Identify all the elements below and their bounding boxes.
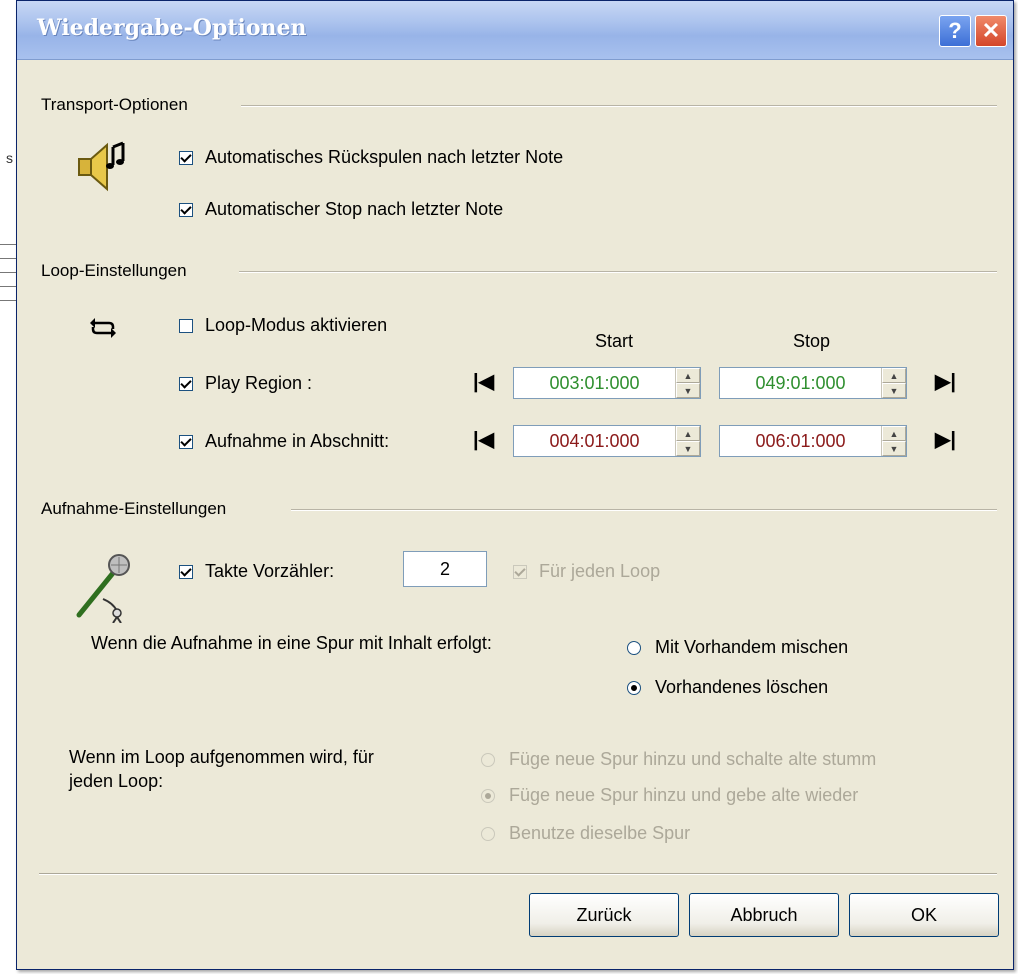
background-line <box>0 272 16 273</box>
spin-down-icon[interactable]: ▼ <box>676 383 700 398</box>
radio-label: Benutze dieselbe Spur <box>509 823 691 843</box>
count-in-checkbox[interactable]: Takte Vorzähler: <box>179 561 334 582</box>
group-divider <box>239 271 997 273</box>
spinner-value[interactable]: 004:01:000 <box>514 426 675 456</box>
record-section-stop-spinner[interactable]: 006:01:000 ▲ ▼ <box>719 425 907 457</box>
radio-circle <box>481 788 495 803</box>
radio-label: Mit Vorhandem mischen <box>655 637 849 657</box>
dialog-title: Wiedergabe-Optionen <box>37 15 307 41</box>
record-section-checkbox[interactable]: Aufnahme in Abschnitt: <box>179 431 389 452</box>
back-button[interactable]: Zurück <box>529 893 679 937</box>
radio-circle[interactable] <box>627 680 641 695</box>
group-divider <box>291 509 997 511</box>
play-region-checkbox[interactable]: Play Region : <box>179 373 312 394</box>
radio-label: Füge neue Spur hinzu und gebe alte wiede… <box>509 785 859 805</box>
spin-buttons[interactable]: ▲ ▼ <box>675 368 700 398</box>
background-line <box>0 300 16 301</box>
start-column-header: Start <box>595 331 634 351</box>
loop-arrows-icon <box>90 318 116 338</box>
each-loop-checkbox: Für jeden Loop <box>513 561 660 582</box>
radio-new-track-mute-old: Füge neue Spur hinzu und schalte alte st… <box>481 749 876 770</box>
background-line <box>0 258 16 259</box>
count-in-label: Takte Vorzähler: <box>205 561 335 581</box>
spin-up-icon[interactable]: ▲ <box>882 368 906 383</box>
when-content-label: Wenn die Aufnahme in eine Spur mit Inhal… <box>91 633 492 653</box>
background-line <box>0 286 16 287</box>
loop-mode-checkbox[interactable]: Loop-Modus aktivieren <box>179 315 387 336</box>
checkbox-box[interactable] <box>179 318 193 333</box>
when-loop-label: Wenn im Loop aufgenommen wird, für <box>69 747 374 767</box>
go-to-end-icon[interactable]: ▶| <box>935 427 956 452</box>
spin-up-icon[interactable]: ▲ <box>882 426 906 441</box>
spin-up-icon[interactable]: ▲ <box>676 426 700 441</box>
cancel-button[interactable]: Abbruch <box>689 893 839 937</box>
close-button[interactable]: ✕ <box>975 15 1007 47</box>
checkbox-box[interactable] <box>179 202 193 217</box>
spin-buttons[interactable]: ▲ ▼ <box>881 368 906 398</box>
radio-label: Füge neue Spur hinzu und schalte alte st… <box>509 749 877 769</box>
record-section-start-spinner[interactable]: 004:01:000 ▲ ▼ <box>513 425 701 457</box>
loop-mode-label: Loop-Modus aktivieren <box>205 315 388 335</box>
radio-circle[interactable] <box>627 640 641 655</box>
background-text: s <box>6 150 13 166</box>
title-bar[interactable]: Wiedergabe-Optionen ? ✕ <box>17 1 1013 60</box>
loop-group-header: Loop-Einstellungen <box>41 261 187 280</box>
spin-down-icon[interactable]: ▼ <box>882 383 906 398</box>
each-loop-label: Für jeden Loop <box>539 561 661 581</box>
spin-buttons[interactable]: ▲ ▼ <box>675 426 700 456</box>
checkbox-box[interactable] <box>179 564 193 579</box>
spin-up-icon[interactable]: ▲ <box>676 368 700 383</box>
spinner-value[interactable]: 049:01:000 <box>720 368 881 398</box>
play-region-start-spinner[interactable]: 003:01:000 ▲ ▼ <box>513 367 701 399</box>
play-region-label: Play Region : <box>205 373 313 393</box>
stop-column-header: Stop <box>793 331 831 351</box>
radio-new-track-play-old: Füge neue Spur hinzu und gebe alte wiede… <box>481 785 858 806</box>
footer-separator <box>39 873 997 875</box>
close-icon: ✕ <box>981 18 1001 43</box>
group-divider <box>241 105 997 107</box>
checkbox-box[interactable] <box>179 434 193 449</box>
ok-button[interactable]: OK <box>849 893 999 937</box>
spin-buttons[interactable]: ▲ ▼ <box>881 426 906 456</box>
radio-label: Vorhandenes löschen <box>655 677 829 697</box>
auto-stop-checkbox[interactable]: Automatischer Stop nach letzter Note <box>179 199 503 220</box>
radio-circle <box>481 826 495 841</box>
record-section-label: Aufnahme in Abschnitt: <box>205 431 390 451</box>
checkbox-box <box>513 564 527 579</box>
playback-options-dialog: Wiedergabe-Optionen ? ✕ Transport-Option… <box>16 0 1014 970</box>
go-to-end-icon[interactable]: ▶| <box>935 369 956 394</box>
auto-rewind-label: Automatisches Rückspulen nach letzter No… <box>205 147 564 167</box>
checkbox-box[interactable] <box>179 150 193 165</box>
checkbox-box[interactable] <box>179 376 193 391</box>
help-button[interactable]: ? <box>939 15 971 47</box>
help-icon: ? <box>948 18 962 43</box>
auto-stop-label: Automatischer Stop nach letzter Note <box>205 199 504 219</box>
recording-group-header: Aufnahme-Einstellungen <box>41 499 227 518</box>
microphone-icon <box>76 554 130 623</box>
radio-circle <box>481 752 495 767</box>
when-loop-label-cont: jeden Loop: <box>69 771 164 791</box>
spinner-value[interactable]: 003:01:000 <box>514 368 675 398</box>
radio-mix-existing[interactable]: Mit Vorhandem mischen <box>627 637 848 658</box>
radio-same-track: Benutze dieselbe Spur <box>481 823 690 844</box>
spinner-value[interactable]: 006:01:000 <box>720 426 881 456</box>
spin-down-icon[interactable]: ▼ <box>882 441 906 456</box>
transport-group-header: Transport-Optionen <box>41 95 188 114</box>
background-line <box>0 244 16 245</box>
speaker-music-icon <box>78 141 125 192</box>
radio-delete-existing[interactable]: Vorhandenes löschen <box>627 677 828 698</box>
auto-rewind-checkbox[interactable]: Automatisches Rückspulen nach letzter No… <box>179 147 563 168</box>
play-region-stop-spinner[interactable]: 049:01:000 ▲ ▼ <box>719 367 907 399</box>
go-to-start-icon[interactable]: |◀ <box>473 369 494 394</box>
go-to-start-icon[interactable]: |◀ <box>473 427 494 452</box>
spin-down-icon[interactable]: ▼ <box>676 441 700 456</box>
count-in-bars-input[interactable]: 2 <box>403 551 487 587</box>
